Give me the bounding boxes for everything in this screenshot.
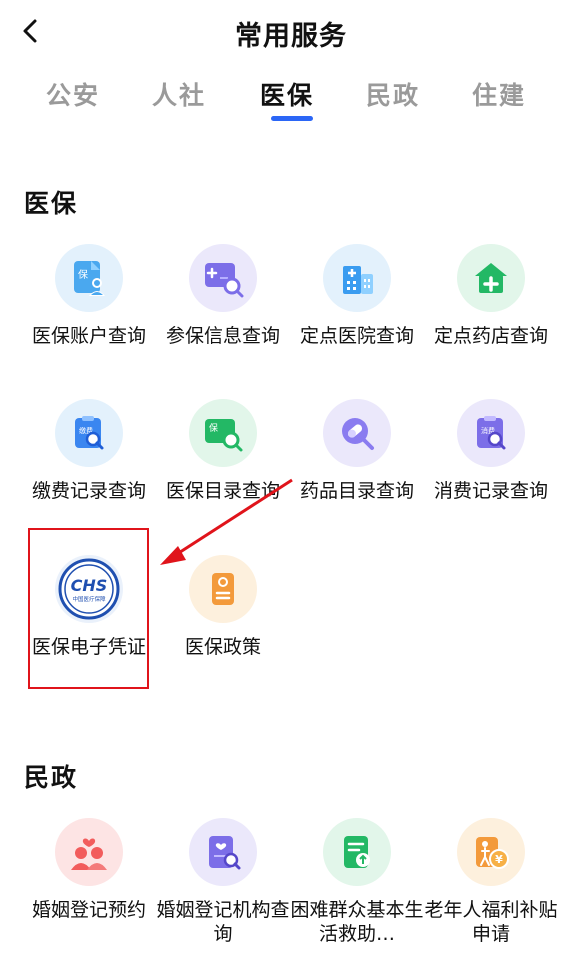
service-label: 婚姻登记机构查询	[156, 899, 290, 945]
svg-text:保: 保	[78, 268, 88, 281]
page-title: 常用服务	[235, 21, 347, 52]
svg-text:¥: ¥	[495, 853, 503, 866]
medicine-icon	[323, 399, 391, 467]
tab-renshe[interactable]: 人社	[129, 76, 229, 112]
header-bar: 常用服务	[0, 0, 582, 64]
pharmacy-icon	[457, 244, 525, 312]
svg-text:保: 保	[209, 422, 218, 434]
tab-yibao[interactable]: 医保	[237, 76, 337, 121]
insurance-info-search-icon	[189, 244, 257, 312]
service-label: 婚姻登记预约	[31, 899, 146, 921]
service-label: 消费记录查询	[433, 480, 548, 502]
service-label: 定点药店查询	[433, 325, 548, 347]
payment-record-icon: 缴费	[55, 399, 123, 467]
service-label: 老年人福利补贴申请	[424, 899, 558, 945]
hospital-icon	[323, 244, 391, 312]
service-label: 缴费记录查询	[31, 480, 146, 502]
service-label: 医保目录查询	[165, 480, 280, 502]
policy-icon	[189, 555, 257, 623]
tab-zhujian[interactable]: 住建	[449, 76, 549, 112]
consumption-record-icon: 消费	[457, 399, 525, 467]
service-label: 困难群众基本生活救助…	[290, 899, 424, 945]
active-tab-indicator	[271, 116, 313, 121]
service-label: 参保信息查询	[165, 325, 280, 347]
service-label: 医保政策	[184, 636, 261, 658]
insurance-account-icon: 保	[55, 244, 123, 312]
tab-yibao-label: 医保	[259, 81, 314, 110]
highlight-box	[28, 528, 149, 689]
service-label: 医保账户查询	[31, 325, 146, 347]
assistance-icon	[323, 818, 391, 886]
tab-minzheng[interactable]: 民政	[343, 76, 443, 112]
section-title-yibao: 医保	[24, 189, 79, 218]
elderly-subsidy-icon: ¥	[457, 818, 525, 886]
service-label: 药品目录查询	[299, 480, 414, 502]
couple-icon	[55, 818, 123, 886]
tab-gongan[interactable]: 公安	[23, 76, 123, 112]
category-tabs: 公安 人社 医保 民政 住建	[0, 76, 582, 124]
marriage-office-search-icon	[189, 818, 257, 886]
section-title-minzheng: 民政	[24, 763, 79, 792]
catalog-search-icon: 保	[189, 399, 257, 467]
service-label: 定点医院查询	[299, 325, 414, 347]
